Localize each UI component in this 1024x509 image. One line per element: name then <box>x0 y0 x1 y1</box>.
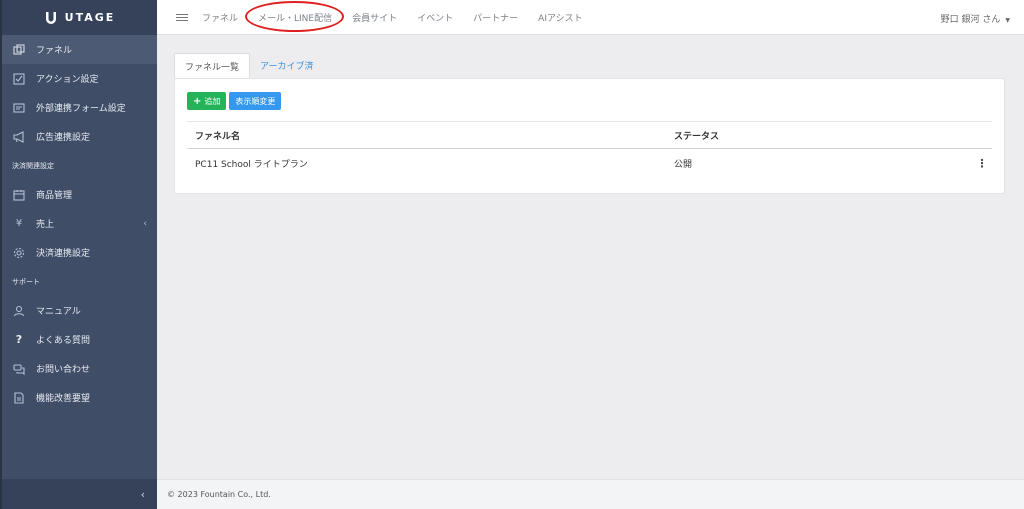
plus-icon: + <box>193 95 202 107</box>
user-name: 野口 銀河 さん <box>940 15 1001 25</box>
sidebar-item-sales[interactable]: ¥ 売上 ‹ <box>2 209 157 238</box>
sidebar-item-products[interactable]: 商品管理 <box>2 180 157 209</box>
table-row[interactable]: PC11 School ライトプラン 公開 ⋮ <box>187 149 992 177</box>
topnav-funnel[interactable]: ファネル <box>202 11 238 24</box>
sidebar-item-label: ファネル <box>36 46 73 56</box>
brand-logo[interactable]: UTAGE <box>2 0 157 35</box>
topnav-event[interactable]: イベント <box>417 11 453 24</box>
sidebar: UTAGE ファネル アクション設定 外部連携フォーム設定 広告連携設定 決済関… <box>0 0 157 509</box>
sidebar-item-label: 売上 <box>36 220 55 230</box>
add-button[interactable]: + 追加 <box>187 92 227 110</box>
sidebar-item-label: お問い合わせ <box>36 365 91 375</box>
footer: © 2023 Fountain Co., Ltd. <box>157 479 1024 509</box>
column-header-status: ステータス <box>674 131 720 142</box>
hamburger-menu-icon[interactable] <box>176 13 188 21</box>
sidebar-item-action-settings[interactable]: アクション設定 <box>2 64 157 93</box>
chat-icon <box>12 362 26 376</box>
document-icon <box>12 391 26 405</box>
chevron-left-icon: ‹ <box>143 218 147 229</box>
main-content: ファネル一覧 アーカイブ済 + 追加 表示順変更 ファネル名 ステータス PC11… <box>157 36 1024 478</box>
person-icon <box>12 304 26 318</box>
sidebar-item-manual[interactable]: マニュアル <box>2 296 157 325</box>
sidebar-item-label: 決済連携設定 <box>36 249 91 259</box>
user-menu[interactable]: 野口 銀河 さん ▼ <box>941 12 1010 25</box>
status-cell: 公開 <box>674 159 693 170</box>
topnav-ai-assist[interactable]: AIアシスト <box>538 11 582 24</box>
sidebar-item-funnel[interactable]: ファネル <box>2 35 157 64</box>
sidebar-item-contact[interactable]: お問い合わせ <box>2 354 157 383</box>
sidebar-item-faq[interactable]: ? よくある質問 <box>2 325 157 354</box>
topnav-mail-line[interactable]: メール・LINE配信 <box>244 0 345 32</box>
table-header: ファネル名 ステータス <box>187 121 992 149</box>
top-navbar: ファネル メール・LINE配信 会員サイト イベント パートナー AIアシスト … <box>157 0 1024 35</box>
calendar-icon <box>12 188 26 202</box>
kebab-menu-icon[interactable]: ⋮ <box>972 157 992 170</box>
sidebar-item-label: 商品管理 <box>36 191 73 201</box>
yen-icon: ¥ <box>15 218 23 229</box>
sidebar-collapse-button[interactable]: ‹ <box>2 479 157 509</box>
brand-name: UTAGE <box>64 11 116 24</box>
tab-bar: ファネル一覧 アーカイブ済 <box>174 53 323 78</box>
sidebar-item-ad-integration[interactable]: 広告連携設定 <box>2 122 157 151</box>
funnel-list-card: + 追加 表示順変更 ファネル名 ステータス PC11 School ライトプラン… <box>174 78 1005 194</box>
sidebar-item-label: 外部連携フォーム設定 <box>36 104 126 114</box>
form-icon <box>12 101 26 115</box>
column-header-funnel-name: ファネル名 <box>195 131 241 142</box>
toolbar: + 追加 表示順変更 <box>187 92 282 110</box>
reorder-button[interactable]: 表示順変更 <box>229 92 282 110</box>
topnav-partner[interactable]: パートナー <box>473 11 518 24</box>
sidebar-item-label: 広告連携設定 <box>36 133 91 143</box>
utage-logo-icon <box>44 11 58 25</box>
checklist-icon <box>12 72 26 86</box>
sidebar-item-label: マニュアル <box>36 307 81 317</box>
megaphone-icon <box>12 130 26 144</box>
tab-archived[interactable]: アーカイブ済 <box>250 53 323 78</box>
sidebar-item-label: よくある質問 <box>36 336 91 346</box>
gear-icon <box>12 246 26 260</box>
copy-icon <box>12 43 26 57</box>
sidebar-item-label: アクション設定 <box>36 75 99 85</box>
sidebar-section-support: サポート <box>12 277 40 286</box>
sidebar-item-payment-integration[interactable]: 決済連携設定 <box>2 238 157 267</box>
caret-down-icon: ▼ <box>1005 17 1010 24</box>
tab-funnel-list[interactable]: ファネル一覧 <box>174 53 251 78</box>
add-button-label: 追加 <box>204 96 221 106</box>
sidebar-section-payment: 決済関連設定 <box>12 161 54 170</box>
sidebar-item-label: 機能改善要望 <box>36 394 91 404</box>
funnel-name-cell[interactable]: PC11 School ライトプラン <box>187 157 674 170</box>
funnel-table: ファネル名 ステータス PC11 School ライトプラン 公開 ⋮ <box>187 121 992 177</box>
topnav-member-site[interactable]: 会員サイト <box>352 11 397 24</box>
chevron-left-icon: ‹ <box>140 487 145 501</box>
sidebar-item-feature-request[interactable]: 機能改善要望 <box>2 383 157 412</box>
sidebar-item-external-form[interactable]: 外部連携フォーム設定 <box>2 93 157 122</box>
question-icon: ? <box>15 333 23 346</box>
